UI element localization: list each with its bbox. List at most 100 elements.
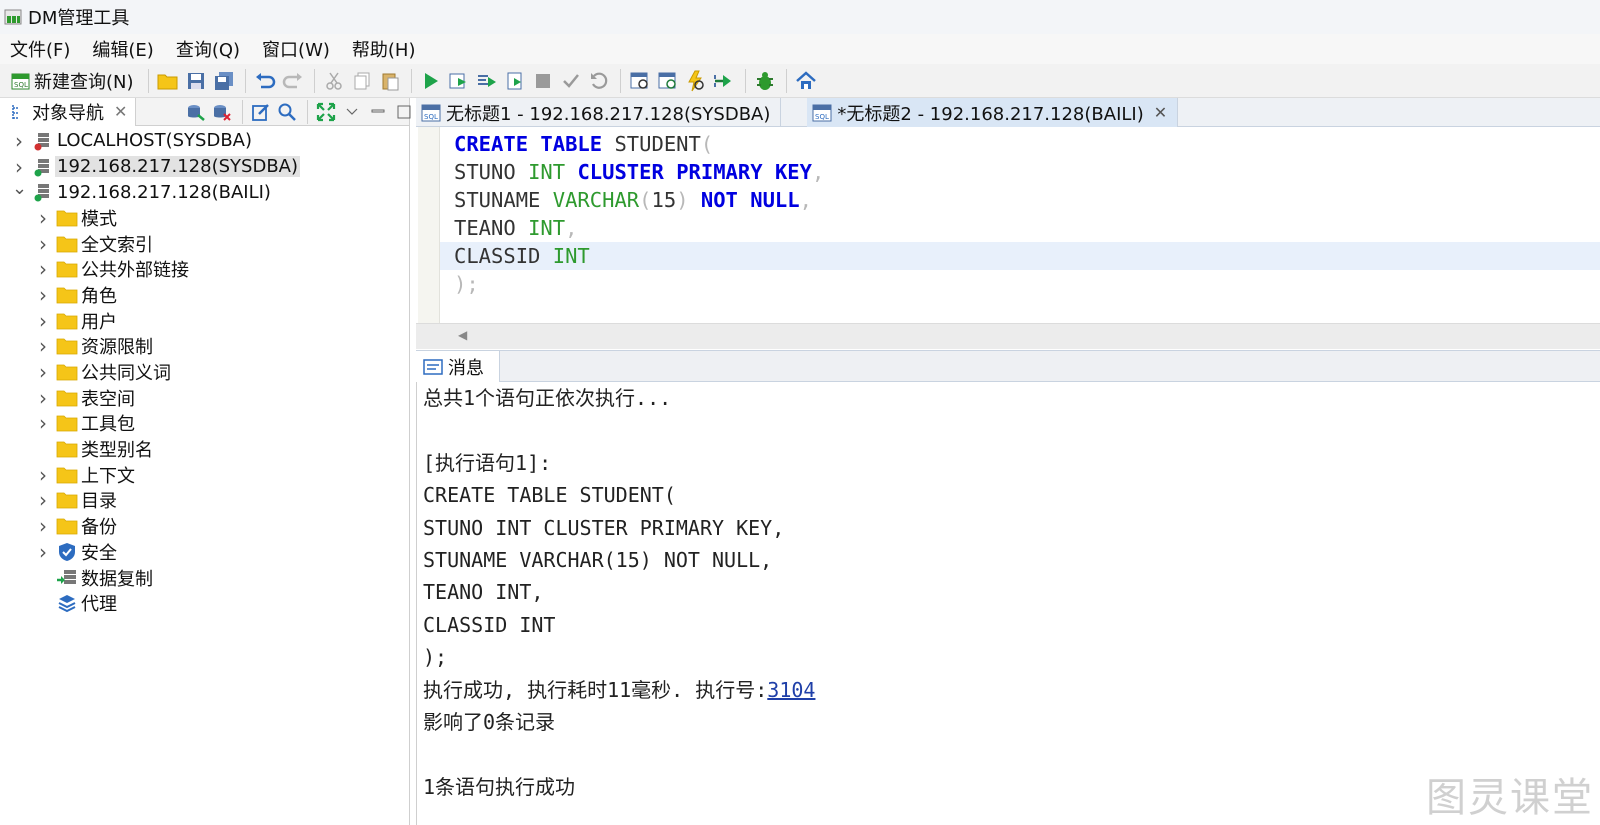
- tree-item[interactable]: › 角色: [0, 282, 408, 308]
- connect-button[interactable]: [184, 100, 208, 124]
- tree-item[interactable]: › 工具包: [0, 411, 408, 437]
- new-query-label: 新建查询(N): [34, 71, 134, 93]
- chevron-right-icon[interactable]: ›: [12, 129, 26, 153]
- code-token: STUNAME: [454, 188, 553, 212]
- undo-button[interactable]: [252, 68, 278, 94]
- redo-button[interactable]: [280, 68, 306, 94]
- code-line[interactable]: TEANO INT,: [454, 214, 824, 242]
- close-icon[interactable]: ✕: [1154, 103, 1167, 122]
- query-plan-button[interactable]: [627, 68, 653, 94]
- chevron-right-icon[interactable]: ›: [36, 386, 50, 410]
- view-menu-button[interactable]: [340, 100, 364, 124]
- tree-item[interactable]: › 表空间: [0, 385, 408, 411]
- cut-button[interactable]: [321, 68, 347, 94]
- menu-file[interactable]: 文件(F): [10, 36, 70, 62]
- rollback-button[interactable]: [586, 68, 612, 94]
- tree-item[interactable]: › 用户: [0, 308, 408, 334]
- chevron-right-icon[interactable]: ›: [36, 463, 50, 487]
- close-icon[interactable]: ✕: [114, 102, 127, 121]
- explain-button[interactable]: [502, 68, 528, 94]
- code-token: );: [454, 272, 479, 296]
- code-line[interactable]: );: [454, 270, 824, 298]
- chevron-right-icon[interactable]: ›: [36, 540, 50, 564]
- chevron-right-icon[interactable]: ›: [36, 488, 50, 512]
- tree-item[interactable]: › 安全: [0, 539, 408, 565]
- run-button[interactable]: [418, 68, 444, 94]
- tree-item[interactable]: › 公共外部链接: [0, 256, 408, 282]
- tab-query-2[interactable]: SQL *无标题2 - 192.168.217.128(BAILI) ✕: [807, 98, 1179, 127]
- paste-button[interactable]: [377, 68, 403, 94]
- sql-editor[interactable]: CREATE TABLE STUDENT(STUNO INT CLUSTER P…: [416, 127, 1600, 323]
- chevron-right-icon[interactable]: ›: [36, 206, 50, 230]
- expand-all-button[interactable]: [314, 100, 338, 124]
- folder-icon: [56, 413, 78, 433]
- tab-object-navigator[interactable]: 对象导航 ✕: [0, 97, 137, 126]
- code-line[interactable]: STUNO INT CLUSTER PRIMARY KEY,: [454, 158, 824, 186]
- tree-item[interactable]: › 上下文: [0, 462, 408, 488]
- new-query-button[interactable]: SQL 新建查询(N): [10, 68, 134, 94]
- stop-button[interactable]: [530, 68, 556, 94]
- tree-item[interactable]: › 公共同义词: [0, 359, 408, 385]
- code-token: STUDENT: [602, 132, 701, 156]
- tree-item[interactable]: 数据复制: [0, 565, 408, 591]
- debug-button[interactable]: [752, 68, 778, 94]
- code-token: VARCHAR: [552, 188, 640, 212]
- tab-messages[interactable]: 消息: [416, 351, 500, 382]
- run-line-button[interactable]: [446, 68, 472, 94]
- open-folder-button[interactable]: [155, 68, 181, 94]
- home-icon: [795, 70, 816, 89]
- code-line[interactable]: CLASSID INT: [454, 242, 824, 270]
- chevron-right-icon[interactable]: ›: [36, 411, 50, 435]
- run-script-button[interactable]: [474, 68, 500, 94]
- main-toolbar: SQL 新建查询(N): [0, 64, 1600, 98]
- analyze-button[interactable]: [683, 68, 709, 94]
- tree-item[interactable]: › 备份: [0, 513, 408, 539]
- code-line[interactable]: STUNAME VARCHAR(15) NOT NULL,: [454, 186, 824, 214]
- tab-query-1[interactable]: SQL 无标题1 - 192.168.217.128(SYSDBA): [416, 98, 782, 127]
- folder-icon: [56, 259, 78, 279]
- chevron-right-icon[interactable]: ›: [36, 334, 50, 358]
- menu-query[interactable]: 查询(Q): [176, 36, 240, 62]
- menu-edit[interactable]: 编辑(E): [92, 36, 153, 62]
- step-run-button[interactable]: [711, 68, 737, 94]
- exec-number-link[interactable]: 3104: [767, 678, 815, 702]
- editor-horizontal-scrollbar[interactable]: ◀: [416, 323, 1600, 349]
- tree-item[interactable]: › 全文索引: [0, 231, 408, 257]
- chevron-right-icon[interactable]: ›: [36, 360, 50, 384]
- disconnect-button[interactable]: [210, 100, 234, 124]
- minimize-button[interactable]: [366, 100, 390, 124]
- chevron-right-icon[interactable]: ›: [36, 283, 50, 307]
- chevron-right-icon[interactable]: ›: [36, 232, 50, 256]
- tree-item[interactable]: › 192.168.217.128(SYSDBA): [0, 154, 408, 180]
- tree-item[interactable]: › LOCALHOST(SYSDBA): [0, 128, 408, 154]
- chevron-down-icon[interactable]: ⌄: [12, 178, 27, 199]
- folder-icon: [56, 490, 78, 510]
- save-button[interactable]: [183, 68, 209, 94]
- tree-item[interactable]: › 目录: [0, 488, 408, 514]
- code-line[interactable]: CREATE TABLE STUDENT(: [454, 130, 824, 158]
- shield-icon: [56, 542, 78, 562]
- schedule-button[interactable]: [655, 68, 681, 94]
- menu-help[interactable]: 帮助(H): [352, 36, 416, 62]
- tree-item[interactable]: ⌄ 192.168.217.128(BAILI): [0, 178, 408, 205]
- tree-item[interactable]: › 资源限制: [0, 334, 408, 360]
- tree-item[interactable]: 代理: [0, 590, 408, 616]
- chevron-right-icon[interactable]: ›: [12, 155, 26, 179]
- chevron-right-icon[interactable]: ›: [36, 309, 50, 333]
- chevron-right-icon[interactable]: ›: [36, 257, 50, 281]
- tab-query-1-label: 无标题1 - 192.168.217.128(SYSDBA): [446, 103, 771, 125]
- home-button[interactable]: [793, 68, 819, 94]
- sql-code[interactable]: CREATE TABLE STUDENT(STUNO INT CLUSTER P…: [454, 130, 824, 298]
- title-bar: DM管理工具: [0, 0, 1600, 34]
- maximize-button[interactable]: [392, 100, 416, 124]
- commit-button[interactable]: [558, 68, 584, 94]
- search-button[interactable]: [275, 100, 299, 124]
- tree-item[interactable]: › 模式: [0, 205, 408, 231]
- tree-item[interactable]: 类型别名: [0, 436, 408, 462]
- copy-button[interactable]: [349, 68, 375, 94]
- edit-button[interactable]: [249, 100, 273, 124]
- chevron-right-icon[interactable]: ›: [36, 514, 50, 538]
- menu-window[interactable]: 窗口(W): [262, 36, 330, 62]
- scroll-left-icon[interactable]: ◀: [458, 328, 467, 342]
- save-all-button[interactable]: [211, 68, 237, 94]
